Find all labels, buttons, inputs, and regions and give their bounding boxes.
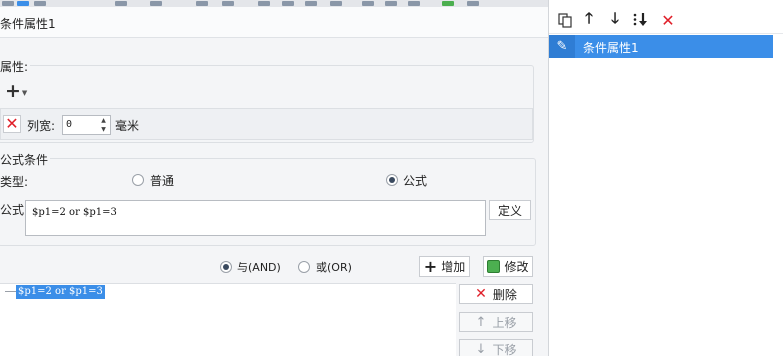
modify-condition-label: 修改 (504, 260, 529, 274)
chevron-up-icon[interactable]: ▲ (97, 116, 110, 125)
and-label[interactable]: 与(AND) (237, 259, 281, 275)
attributes-group-title: 属性: (0, 58, 31, 75)
move-down-button[interactable]: ↓ 下移 (459, 339, 533, 356)
toolbar-icon[interactable] (34, 1, 46, 6)
delete-icon: ✕ (475, 286, 487, 302)
edit-icon: ✎ (549, 35, 575, 58)
type-formula-label[interactable]: 公式 (403, 172, 427, 189)
arrow-down-icon[interactable]: 🡓 (606, 9, 624, 29)
column-width-stepper[interactable]: ▲ ▼ (97, 115, 111, 135)
toolbar-icon[interactable] (115, 1, 127, 6)
column-width-input[interactable]: 0 (62, 115, 98, 135)
toolbar-icon[interactable] (408, 1, 420, 6)
toolbar-icon[interactable] (282, 1, 294, 6)
copy-icon[interactable] (556, 11, 574, 29)
plus-icon: + (423, 257, 438, 276)
chevron-down-icon: ▼ (21, 88, 28, 97)
sort-down-icon[interactable] (632, 11, 650, 29)
type-label: 类型: (0, 175, 29, 189)
arrow-down-icon: ↓ (475, 341, 487, 356)
toolbar-icon[interactable] (150, 1, 162, 6)
type-normal-label[interactable]: 普通 (150, 172, 174, 189)
remove-attribute-button[interactable]: ✕ (3, 115, 21, 133)
radio-selected-dot (223, 264, 229, 270)
plus-icon: + (5, 80, 21, 102)
formula-condition-title: 公式条件 (0, 151, 51, 168)
toolbar-divider (549, 33, 783, 34)
move-down-label: 下移 (492, 342, 517, 356)
delete-condition-button[interactable]: ✕ 删除 (459, 284, 533, 304)
define-button[interactable]: 定义 (489, 200, 531, 220)
toolbar-icon[interactable] (196, 1, 208, 6)
close-icon: ✕ (5, 114, 19, 133)
radio-selected-dot (389, 177, 395, 183)
toolbar-strip (0, 0, 548, 7)
add-attribute-button[interactable]: + ▼ (5, 82, 33, 101)
chevron-down-icon[interactable]: ▼ (97, 125, 110, 134)
toolbar-icon[interactable] (467, 1, 479, 6)
modify-condition-button[interactable]: 修改 (483, 256, 533, 277)
arrow-up-icon: ↑ (475, 314, 487, 330)
toolbar-icon[interactable] (362, 1, 374, 6)
column-width-label: 列宽: (27, 119, 56, 133)
toolbar-icon[interactable] (305, 1, 317, 6)
condition-list-item[interactable]: $p1=2 or $p1=3 (16, 285, 105, 299)
delete-icon[interactable]: ✕ (659, 11, 677, 30)
type-formula-radio[interactable] (386, 174, 398, 186)
and-radio[interactable] (220, 261, 232, 273)
tree-connector (5, 291, 16, 292)
move-up-button[interactable]: ↑ 上移 (459, 312, 533, 332)
unit-label: 毫米 (115, 119, 140, 133)
toolbar-icon[interactable] (330, 1, 342, 6)
formula-textarea[interactable]: $p1=2 or $p1=3 (25, 200, 486, 236)
add-condition-button[interactable]: + 增加 (419, 256, 470, 277)
arrow-up-icon[interactable]: 🡑 (580, 9, 598, 29)
move-up-label: 上移 (492, 315, 517, 330)
or-radio[interactable] (298, 261, 310, 273)
toolbar-icon[interactable] (385, 1, 397, 6)
toolbar-icon[interactable] (17, 1, 29, 6)
toolbar-icon[interactable] (2, 1, 14, 6)
or-label[interactable]: 或(OR) (316, 259, 352, 275)
toolbar-icon[interactable] (442, 1, 454, 6)
dialog-title-bar (0, 7, 548, 38)
condition-attribute-item-label: 条件属性1 (583, 41, 639, 55)
dialog-title: 条件属性1 (0, 17, 56, 31)
add-condition-label: 增加 (441, 260, 466, 274)
type-normal-radio[interactable] (132, 174, 144, 186)
edit-icon (487, 260, 501, 273)
toolbar-icon[interactable] (222, 1, 234, 6)
delete-condition-label: 删除 (492, 287, 517, 302)
toolbar-icon[interactable] (258, 1, 270, 6)
